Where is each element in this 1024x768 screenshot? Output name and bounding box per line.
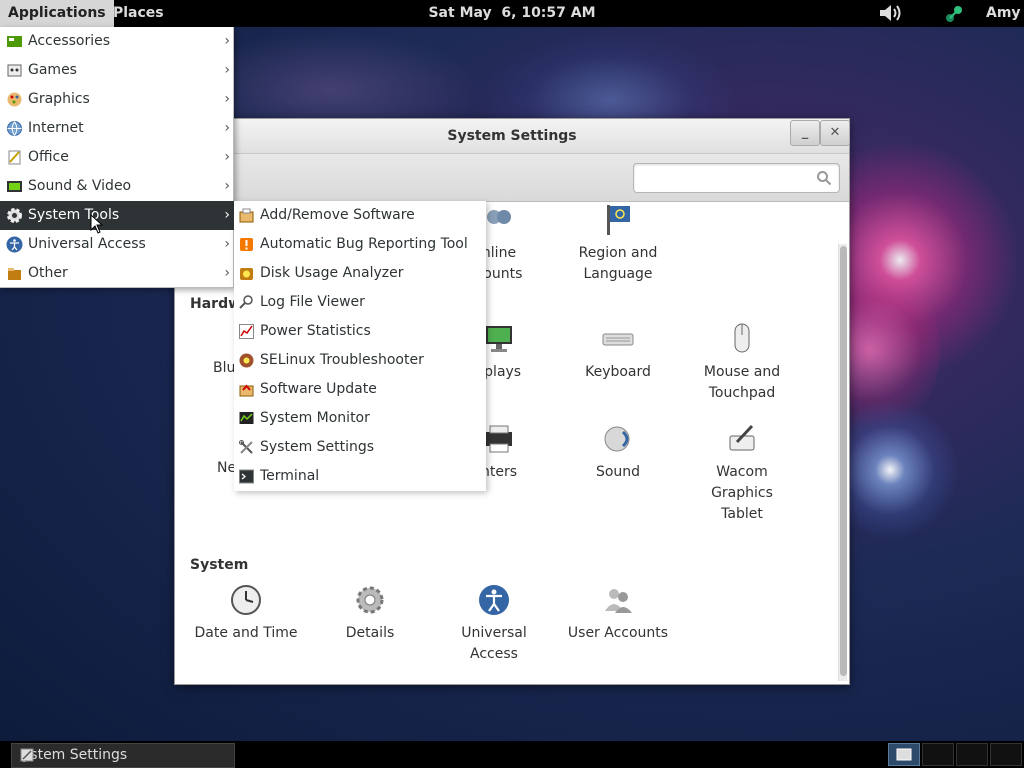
submenu-item-add-remove-software[interactable]: Add/Remove Software — [234, 201, 486, 230]
submenu-item-log-viewer[interactable]: Log File Viewer — [234, 288, 486, 317]
settings-item-sound[interactable]: Sound — [556, 422, 680, 483]
display-icon — [486, 326, 512, 352]
search-icon — [817, 171, 832, 186]
clock[interactable]: Sat May 6, 10:57 AM — [428, 5, 595, 21]
minimize-button[interactable]: _ — [790, 120, 820, 146]
places-menu-button[interactable]: Places — [105, 0, 172, 27]
vertical-scrollbar[interactable] — [838, 244, 847, 681]
menu-item-office[interactable]: Office › — [0, 143, 234, 172]
menu-item-accessories[interactable]: Accessories › — [0, 27, 234, 56]
settings-item-mouse-touchpad[interactable]: Mouse and Touchpad — [680, 322, 804, 404]
workspace-3[interactable] — [956, 743, 988, 766]
sound-video-icon — [7, 181, 22, 192]
selinux-icon — [239, 353, 254, 368]
mouse-cursor-icon — [90, 214, 104, 234]
menu-item-system-tools[interactable]: System Tools › — [0, 201, 234, 230]
taskbar-window-button[interactable]: ystem Settings — [11, 743, 235, 768]
menu-item-other[interactable]: Other › — [0, 259, 234, 288]
settings-item-region-language[interactable]: Region and Language — [556, 203, 680, 285]
search-field[interactable] — [633, 163, 840, 193]
internet-icon — [7, 121, 22, 136]
submenu-arrow-icon: › — [224, 178, 230, 194]
scrollbar-thumb[interactable] — [840, 246, 847, 676]
close-button[interactable]: ✕ — [820, 120, 850, 146]
update-icon — [239, 384, 254, 397]
menu-item-internet[interactable]: Internet › — [0, 114, 234, 143]
clock-icon — [231, 585, 261, 615]
settings-item-user-accounts[interactable]: User Accounts — [556, 583, 680, 644]
submenu-item-power-statistics[interactable]: Power Statistics — [234, 317, 486, 346]
monitor-icon — [239, 412, 254, 424]
submenu-item-selinux[interactable]: SELinux Troubleshooter — [234, 346, 486, 375]
submenu-arrow-icon: › — [224, 62, 230, 78]
volume-icon[interactable] — [878, 3, 904, 23]
workspace-1[interactable] — [888, 743, 920, 766]
universal-access-icon — [6, 236, 23, 253]
disk-usage-icon — [240, 268, 253, 280]
bottom-panel: ystem Settings — [0, 741, 1024, 768]
top-panel: Applications Places Sat May 6, 10:57 AM … — [0, 0, 1024, 27]
games-icon — [7, 64, 22, 77]
other-icon — [8, 268, 21, 280]
users-icon — [605, 589, 632, 613]
printer-icon — [486, 425, 512, 453]
tablet-icon — [729, 424, 755, 451]
submenu-arrow-icon: › — [224, 207, 230, 223]
user-menu[interactable]: Amy — [978, 0, 1024, 27]
settings-item-date-time[interactable]: Date and Time — [184, 583, 308, 644]
submenu-arrow-icon: › — [224, 265, 230, 281]
settings-item-details[interactable]: Details — [308, 583, 432, 644]
submenu-item-bug-reporting[interactable]: Automatic Bug Reporting Tool — [234, 230, 486, 259]
chart-icon — [239, 324, 254, 339]
system-tools-icon — [7, 208, 22, 223]
submenu-arrow-icon: › — [224, 91, 230, 107]
submenu-item-system-monitor[interactable]: System Monitor — [234, 404, 486, 433]
settings-item-keyboard[interactable]: Keyboard — [556, 322, 680, 383]
submenu-arrow-icon: › — [224, 149, 230, 165]
tools-icon — [239, 440, 253, 454]
package-icon — [239, 208, 254, 223]
applications-menu: Accessories › Games › Graphics › Internet › … — [0, 27, 234, 288]
keyboard-icon — [602, 333, 634, 346]
submenu-item-terminal[interactable]: Terminal — [234, 462, 486, 491]
mouse-icon — [734, 323, 750, 353]
online-accounts-icon — [487, 210, 511, 224]
accessories-icon — [7, 36, 22, 47]
system-tools-submenu: Add/Remove Software Automatic Bug Report… — [234, 201, 486, 491]
submenu-arrow-icon: › — [224, 120, 230, 136]
applications-menu-button[interactable]: Applications — [0, 0, 114, 27]
magnifier-icon — [239, 295, 253, 309]
workspace-thumbnail-icon — [896, 748, 912, 761]
workspace-4[interactable] — [990, 743, 1022, 766]
settings-window-icon — [20, 748, 34, 762]
submenu-arrow-icon: › — [224, 33, 230, 49]
menu-item-sound-video[interactable]: Sound & Video › — [0, 172, 234, 201]
network-icon[interactable] — [942, 3, 966, 25]
section-heading-system: System — [190, 557, 249, 573]
workspace-2[interactable] — [922, 743, 954, 766]
search-input[interactable] — [640, 168, 810, 188]
accessibility-icon — [479, 585, 509, 615]
settings-item-universal-access[interactable]: Universal Access — [432, 583, 556, 665]
menu-item-games[interactable]: Games › — [0, 56, 234, 85]
menu-item-universal-access[interactable]: Universal Access › — [0, 230, 234, 259]
menu-item-graphics[interactable]: Graphics › — [0, 85, 234, 114]
submenu-arrow-icon: › — [224, 236, 230, 252]
gear-icon — [356, 586, 384, 614]
submenu-item-disk-usage[interactable]: Disk Usage Analyzer — [234, 259, 486, 288]
window-toolbar — [175, 154, 849, 202]
office-icon — [8, 150, 21, 165]
graphics-icon — [7, 92, 22, 107]
window-titlebar[interactable]: System Settings _ ✕ — [175, 119, 850, 154]
terminal-icon — [239, 469, 254, 484]
submenu-item-software-update[interactable]: Software Update — [234, 375, 486, 404]
sound-icon — [604, 426, 630, 452]
warning-icon — [240, 238, 253, 251]
submenu-item-system-settings[interactable]: System Settings — [234, 433, 486, 462]
settings-item-wacom-tablet[interactable]: Wacom Graphics Tablet — [680, 422, 804, 525]
window-title: System Settings — [447, 128, 577, 144]
flag-icon — [607, 205, 630, 235]
